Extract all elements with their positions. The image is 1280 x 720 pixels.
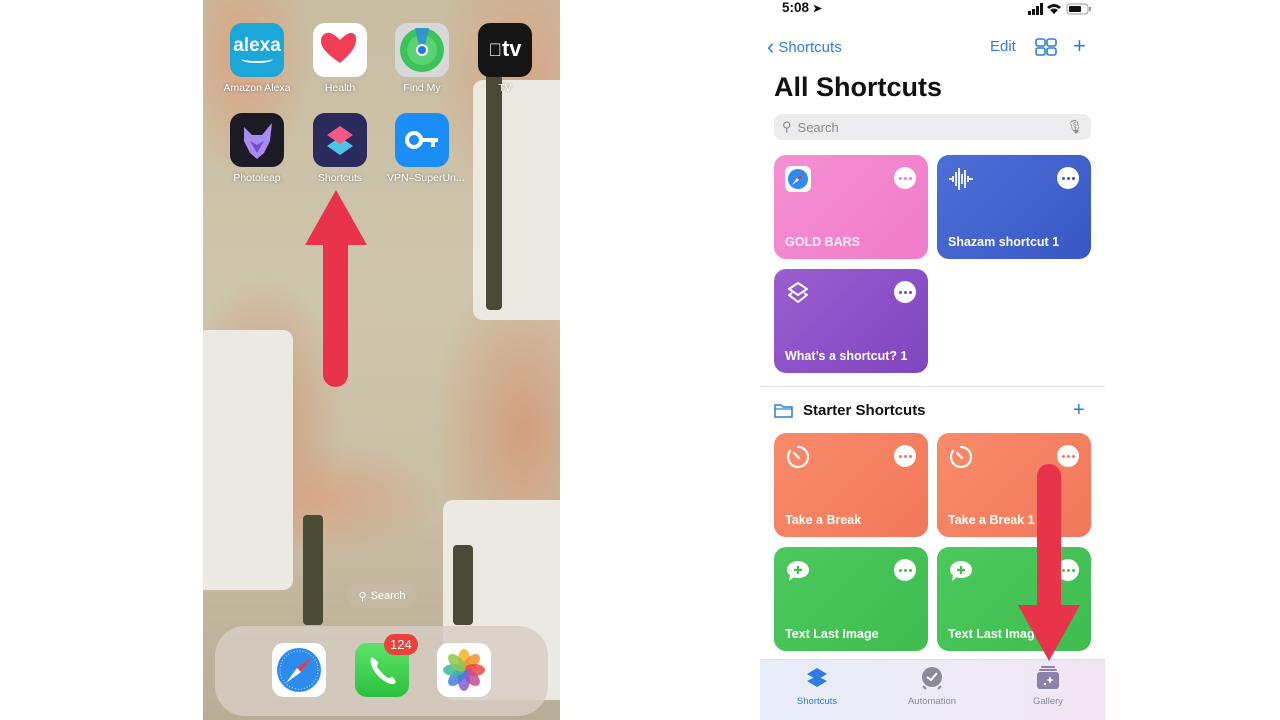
app-shortcuts[interactable]: Shortcuts — [305, 113, 375, 184]
add-shortcut-button[interactable]: + — [1073, 35, 1086, 57]
app-vpn[interactable]: VPN–SuperUn... — [387, 113, 465, 184]
app-label: TV — [498, 82, 512, 94]
more-options-button[interactable] — [894, 445, 916, 467]
edit-button[interactable]: Edit — [990, 38, 1016, 55]
shortcut-name: Shazam shortcut 1 — [948, 235, 1060, 249]
tab-label: Automation — [907, 696, 957, 707]
more-options-button[interactable] — [1057, 445, 1079, 467]
more-options-button[interactable] — [894, 281, 916, 303]
more-options-button[interactable] — [894, 559, 916, 581]
automation-clock-icon — [922, 667, 942, 690]
layers-icon — [807, 668, 827, 687]
timer-icon — [786, 445, 810, 469]
home-search-label: Search — [370, 590, 406, 602]
app-health[interactable]: Health — [305, 23, 375, 94]
safari-icon — [785, 166, 811, 192]
chevron-left-icon: ‹ — [767, 34, 775, 59]
message-plus-icon — [950, 561, 972, 581]
gallery-sparkle-icon — [1037, 666, 1059, 689]
tab-automation[interactable]: Automation — [892, 666, 972, 707]
find-my-icon — [395, 23, 449, 77]
shortcut-name: GOLD BARS — [785, 235, 860, 249]
app-tv[interactable]: tv TV — [470, 23, 540, 94]
add-to-folder-button[interactable]: + — [1073, 400, 1085, 420]
shortcut-card-gold-bars[interactable]: GOLD BARS — [774, 155, 928, 259]
wallpaper-shape — [486, 70, 502, 310]
app-amazon-alexa[interactable]: alexa Amazon Alexa — [222, 23, 292, 94]
layers-icon — [788, 282, 808, 303]
more-options-button[interactable] — [894, 167, 916, 189]
signal-wifi-battery-icons — [1028, 3, 1091, 15]
alexa-icon: alexa — [230, 23, 284, 77]
app-label: Amazon Alexa — [223, 82, 291, 94]
microphone-icon[interactable]: 🎙 — [1066, 119, 1083, 135]
wallpaper-shape — [303, 515, 323, 625]
grid-view-icon[interactable] — [1035, 38, 1057, 56]
message-plus-icon — [787, 561, 809, 581]
annotation-arrow-up-shaft — [323, 235, 348, 387]
shortcut-card-text-last-image[interactable]: Text Last Image — [774, 547, 928, 651]
phone-badge: 124 — [384, 634, 418, 655]
folder-icon — [774, 404, 793, 418]
shortcut-name: Take a Break 1 — [948, 513, 1035, 527]
shortcuts-icon — [313, 113, 367, 167]
photoleap-icon — [230, 113, 284, 167]
tab-shortcuts[interactable]: Shortcuts — [777, 666, 857, 707]
page-title: All Shortcuts — [774, 72, 943, 102]
app-label: Find My — [403, 82, 441, 94]
home-screen — [203, 0, 560, 720]
search-input[interactable]: ⚲ Search 🎙 — [774, 114, 1091, 140]
app-photoleap[interactable]: Photoleap — [222, 113, 292, 184]
status-time: 5:08 ➤ — [782, 0, 823, 15]
alexa-wordmark: alexa — [233, 35, 281, 56]
shortcut-card-take-a-break[interactable]: Take a Break — [774, 433, 928, 537]
app-label: Health — [324, 82, 356, 94]
tab-gallery[interactable]: Gallery — [1008, 666, 1088, 707]
app-label: Shortcuts — [317, 172, 363, 184]
shortcut-card-whats-a-shortcut[interactable]: What’s a shortcut? 1 — [774, 269, 928, 373]
app-label: Photoleap — [233, 172, 281, 184]
tv-wordmark: tv — [495, 36, 522, 61]
section-title: Starter Shortcuts — [803, 402, 926, 419]
timer-icon — [949, 445, 973, 469]
app-find-my[interactable]: Find My — [387, 23, 457, 94]
tab-bar: Shortcuts Automation Gallery — [760, 659, 1105, 720]
wallpaper-shape — [203, 330, 293, 590]
shortcut-name: Take a Break — [785, 513, 862, 527]
location-icon: ➤ — [812, 3, 823, 15]
home-search-pill[interactable]: ⚲ Search — [347, 584, 417, 608]
section-header[interactable]: Starter Shortcuts — [774, 402, 926, 419]
dock-photos[interactable] — [437, 643, 491, 697]
shortcut-name: Text Last Image — [785, 627, 879, 641]
shortcut-card-shazam[interactable]: Shazam shortcut 1 — [937, 155, 1091, 259]
wallpaper-shape — [453, 545, 473, 625]
divider — [760, 386, 1105, 387]
search-icon: ⚲ — [358, 590, 367, 603]
vpn-key-icon — [395, 113, 449, 167]
photos-icon — [443, 649, 485, 691]
safari-icon — [277, 648, 321, 692]
back-label: Shortcuts — [778, 38, 842, 56]
tab-label: Gallery — [1032, 696, 1064, 707]
back-button[interactable]: ‹ Shortcuts — [767, 34, 842, 59]
search-icon: ⚲ — [782, 119, 792, 134]
heart-icon — [313, 23, 367, 77]
waveform-icon — [949, 168, 973, 190]
tab-label: Shortcuts — [796, 696, 838, 707]
annotation-arrow-down-head — [1018, 605, 1080, 661]
search-placeholder: Search — [797, 119, 839, 135]
status-bar: 5:08 ➤ — [760, 0, 1105, 18]
shortcut-card-take-a-break-1[interactable]: Take a Break 1 — [937, 433, 1091, 537]
annotation-arrow-down-shaft — [1037, 464, 1061, 614]
dock-safari[interactable] — [272, 643, 326, 697]
app-label: VPN–SuperUn... — [387, 172, 465, 184]
more-options-button[interactable] — [1057, 167, 1079, 189]
apple-tv-icon: tv — [478, 23, 532, 77]
shortcut-name: What’s a shortcut? 1 — [785, 349, 908, 363]
